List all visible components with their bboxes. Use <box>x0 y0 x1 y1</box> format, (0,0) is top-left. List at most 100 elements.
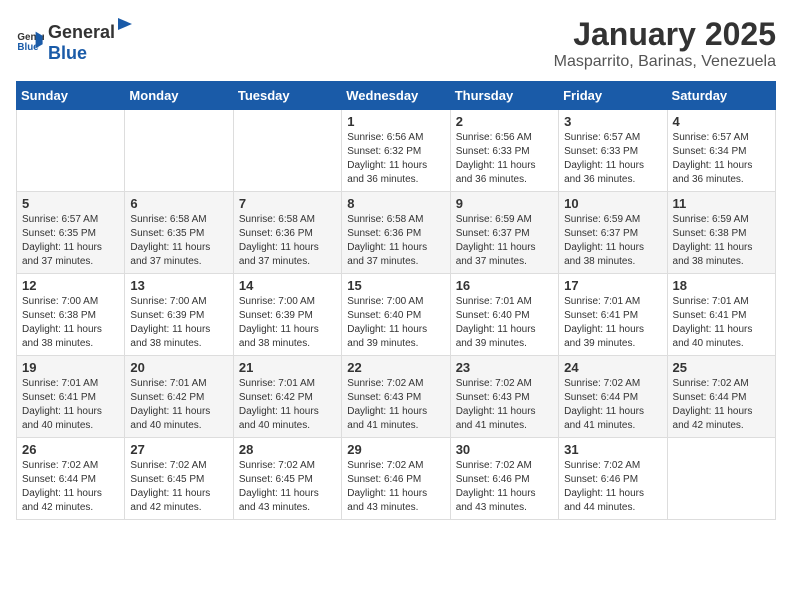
day-info: Sunrise: 6:57 AM Sunset: 6:34 PM Dayligh… <box>673 131 770 187</box>
day-info: Sunrise: 7:00 AM Sunset: 6:38 PM Dayligh… <box>22 295 119 351</box>
day-number: 25 <box>673 360 770 375</box>
calendar-cell: 14 Sunrise: 7:00 AM Sunset: 6:39 PM Dayli… <box>233 274 341 356</box>
day-info: Sunrise: 6:59 AM Sunset: 6:37 PM Dayligh… <box>564 213 661 269</box>
day-info: Sunrise: 7:01 AM Sunset: 6:41 PM Dayligh… <box>564 295 661 351</box>
day-info: Sunrise: 6:58 AM Sunset: 6:36 PM Dayligh… <box>347 213 444 269</box>
day-info: Sunrise: 7:02 AM Sunset: 6:44 PM Dayligh… <box>564 377 661 433</box>
day-info: Sunrise: 7:02 AM Sunset: 6:46 PM Dayligh… <box>564 459 661 515</box>
day-info: Sunrise: 7:02 AM Sunset: 6:45 PM Dayligh… <box>130 459 227 515</box>
calendar-week-row: 26 Sunrise: 7:02 AM Sunset: 6:44 PM Dayli… <box>17 438 776 520</box>
calendar-cell: 1Sunrise: 6:56 AM Sunset: 6:32 PM Daylig… <box>342 110 450 192</box>
calendar-week-row: 12Sunrise: 7:00 AM Sunset: 6:38 PM Dayli… <box>17 274 776 356</box>
title-block: January 2025 Masparrito, Barinas, Venezu… <box>554 16 776 71</box>
calendar-cell: 19 Sunrise: 7:01 AM Sunset: 6:41 PM Dayli… <box>17 356 125 438</box>
calendar-cell: 9Sunrise: 6:59 AM Sunset: 6:37 PM Daylig… <box>450 192 558 274</box>
day-number: 30 <box>456 442 553 457</box>
day-number: 17 <box>564 278 661 293</box>
calendar-week-row: 5 Sunrise: 6:57 AM Sunset: 6:35 PM Daylig… <box>17 192 776 274</box>
day-number: 23 <box>456 360 553 375</box>
calendar-cell: 13Sunrise: 7:00 AM Sunset: 6:39 PM Dayli… <box>125 274 233 356</box>
calendar-cell: 18 Sunrise: 7:01 AM Sunset: 6:41 PM Dayli… <box>667 274 775 356</box>
calendar-cell: 25 Sunrise: 7:02 AM Sunset: 6:44 PM Dayli… <box>667 356 775 438</box>
day-info: Sunrise: 7:02 AM Sunset: 6:44 PM Dayligh… <box>673 377 770 433</box>
day-info: Sunrise: 6:58 AM Sunset: 6:35 PM Dayligh… <box>130 213 227 269</box>
logo-flag-icon <box>116 16 134 38</box>
calendar-cell: 30 Sunrise: 7:02 AM Sunset: 6:46 PM Dayli… <box>450 438 558 520</box>
day-info: Sunrise: 6:57 AM Sunset: 6:35 PM Dayligh… <box>22 213 119 269</box>
day-info: Sunrise: 6:59 AM Sunset: 6:37 PM Dayligh… <box>456 213 553 269</box>
day-of-week-header: Sunday <box>17 82 125 110</box>
calendar-cell: 10 Sunrise: 6:59 AM Sunset: 6:37 PM Dayli… <box>559 192 667 274</box>
calendar-cell: 20 Sunrise: 7:01 AM Sunset: 6:42 PM Dayli… <box>125 356 233 438</box>
calendar-week-row: 19 Sunrise: 7:01 AM Sunset: 6:41 PM Dayli… <box>17 356 776 438</box>
day-number: 19 <box>22 360 119 375</box>
calendar-cell: 3 Sunrise: 6:57 AM Sunset: 6:33 PM Daylig… <box>559 110 667 192</box>
day-info: Sunrise: 6:56 AM Sunset: 6:33 PM Dayligh… <box>456 131 553 187</box>
day-number: 18 <box>673 278 770 293</box>
day-info: Sunrise: 7:00 AM Sunset: 6:40 PM Dayligh… <box>347 295 444 351</box>
day-number: 8 <box>347 196 444 211</box>
calendar-week-row: 1Sunrise: 6:56 AM Sunset: 6:32 PM Daylig… <box>17 110 776 192</box>
calendar-cell <box>17 110 125 192</box>
day-info: Sunrise: 7:00 AM Sunset: 6:39 PM Dayligh… <box>239 295 336 351</box>
location-subtitle: Masparrito, Barinas, Venezuela <box>554 53 776 71</box>
day-of-week-header: Thursday <box>450 82 558 110</box>
day-number: 15 <box>347 278 444 293</box>
calendar-cell: 15 Sunrise: 7:00 AM Sunset: 6:40 PM Dayli… <box>342 274 450 356</box>
day-number: 28 <box>239 442 336 457</box>
day-of-week-header: Tuesday <box>233 82 341 110</box>
calendar-cell: 11Sunrise: 6:59 AM Sunset: 6:38 PM Dayli… <box>667 192 775 274</box>
day-info: Sunrise: 7:02 AM Sunset: 6:43 PM Dayligh… <box>456 377 553 433</box>
day-info: Sunrise: 6:56 AM Sunset: 6:32 PM Dayligh… <box>347 131 444 187</box>
calendar-cell: 29 Sunrise: 7:02 AM Sunset: 6:46 PM Dayli… <box>342 438 450 520</box>
day-number: 10 <box>564 196 661 211</box>
day-info: Sunrise: 7:02 AM Sunset: 6:44 PM Dayligh… <box>22 459 119 515</box>
logo: General Blue General Blue <box>16 16 135 64</box>
day-number: 29 <box>347 442 444 457</box>
calendar-cell <box>667 438 775 520</box>
calendar-cell: 5 Sunrise: 6:57 AM Sunset: 6:35 PM Daylig… <box>17 192 125 274</box>
day-of-week-header: Wednesday <box>342 82 450 110</box>
calendar-cell: 7Sunrise: 6:58 AM Sunset: 6:36 PM Daylig… <box>233 192 341 274</box>
day-number: 13 <box>130 278 227 293</box>
day-info: Sunrise: 6:59 AM Sunset: 6:38 PM Dayligh… <box>673 213 770 269</box>
day-info: Sunrise: 7:01 AM Sunset: 6:41 PM Dayligh… <box>673 295 770 351</box>
calendar-cell: 16 Sunrise: 7:01 AM Sunset: 6:40 PM Dayli… <box>450 274 558 356</box>
day-info: Sunrise: 7:01 AM Sunset: 6:42 PM Dayligh… <box>130 377 227 433</box>
calendar-cell: 22 Sunrise: 7:02 AM Sunset: 6:43 PM Dayli… <box>342 356 450 438</box>
day-number: 16 <box>456 278 553 293</box>
logo-general-text: General <box>48 22 115 43</box>
day-of-week-header: Friday <box>559 82 667 110</box>
day-number: 14 <box>239 278 336 293</box>
day-of-week-header: Saturday <box>667 82 775 110</box>
calendar-cell: 24Sunrise: 7:02 AM Sunset: 6:44 PM Dayli… <box>559 356 667 438</box>
day-number: 31 <box>564 442 661 457</box>
day-number: 5 <box>22 196 119 211</box>
day-info: Sunrise: 7:02 AM Sunset: 6:45 PM Dayligh… <box>239 459 336 515</box>
day-info: Sunrise: 7:01 AM Sunset: 6:42 PM Dayligh… <box>239 377 336 433</box>
calendar-cell <box>125 110 233 192</box>
calendar-cell <box>233 110 341 192</box>
day-info: Sunrise: 7:02 AM Sunset: 6:46 PM Dayligh… <box>456 459 553 515</box>
svg-text:Blue: Blue <box>17 42 39 53</box>
day-of-week-header: Monday <box>125 82 233 110</box>
day-number: 26 <box>22 442 119 457</box>
calendar-cell: 12Sunrise: 7:00 AM Sunset: 6:38 PM Dayli… <box>17 274 125 356</box>
day-number: 20 <box>130 360 227 375</box>
logo-icon: General Blue <box>16 26 44 54</box>
calendar-cell: 2Sunrise: 6:56 AM Sunset: 6:33 PM Daylig… <box>450 110 558 192</box>
page-title: January 2025 <box>554 16 776 53</box>
day-info: Sunrise: 7:02 AM Sunset: 6:46 PM Dayligh… <box>347 459 444 515</box>
day-info: Sunrise: 6:57 AM Sunset: 6:33 PM Dayligh… <box>564 131 661 187</box>
day-number: 22 <box>347 360 444 375</box>
day-number: 27 <box>130 442 227 457</box>
day-number: 3 <box>564 114 661 129</box>
calendar-cell: 4Sunrise: 6:57 AM Sunset: 6:34 PM Daylig… <box>667 110 775 192</box>
day-info: Sunrise: 7:02 AM Sunset: 6:43 PM Dayligh… <box>347 377 444 433</box>
day-info: Sunrise: 7:01 AM Sunset: 6:41 PM Dayligh… <box>22 377 119 433</box>
page-header: General Blue General Blue January 2025 M… <box>16 16 776 71</box>
day-number: 7 <box>239 196 336 211</box>
day-info: Sunrise: 7:01 AM Sunset: 6:40 PM Dayligh… <box>456 295 553 351</box>
calendar-cell: 23 Sunrise: 7:02 AM Sunset: 6:43 PM Dayli… <box>450 356 558 438</box>
calendar-cell: 27 Sunrise: 7:02 AM Sunset: 6:45 PM Dayli… <box>125 438 233 520</box>
